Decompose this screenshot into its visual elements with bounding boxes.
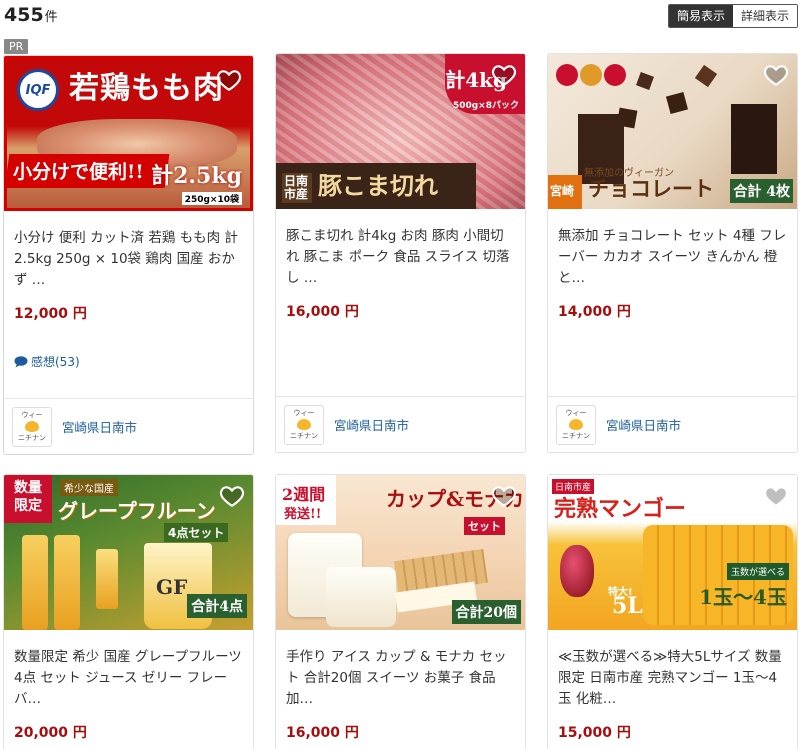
image-shipping-weeks: 2週間: [282, 485, 326, 504]
speech-bubble-icon: [14, 355, 28, 367]
product-image[interactable]: 無添加のヴィーガン 宮崎 チョコレート 合計 4枚: [548, 54, 797, 209]
image-total: 合計4点: [187, 594, 247, 618]
favorite-heart-icon[interactable]: [216, 67, 242, 93]
image-headline: チョコレート: [588, 176, 714, 201]
favorite-heart-icon[interactable]: [219, 483, 245, 509]
image-pack: 250g×10袋: [181, 192, 242, 205]
product-price: 12,000 円: [14, 306, 87, 322]
image-choose: 玉数が選べる: [726, 563, 789, 580]
product-card[interactable]: IQF 若鶏もも肉 小分けで便利!! 計2.5kg 250g×10袋 小分け 便…: [3, 55, 254, 455]
image-gf-mark: GF: [156, 575, 188, 599]
view-toggle: 簡易表示 詳細表示: [667, 4, 798, 28]
simple-view-button[interactable]: 簡易表示: [668, 5, 733, 27]
image-set: 4点セット: [164, 523, 229, 542]
review-link[interactable]: 感想(53): [14, 353, 243, 370]
image-headline: 豚こま切れ: [318, 171, 438, 200]
image-size: 5L: [612, 593, 643, 619]
product-title[interactable]: 無添加 チョコレート セット 4種 フレーバー カカオ スイーツ きんかん 橙と…: [558, 226, 787, 289]
product-image[interactable]: 2週間 発送!! カップ&モナカ セット 合計20個: [276, 475, 525, 630]
result-count-unit: 件: [44, 10, 58, 25]
image-headline: グレープフルーン: [58, 499, 216, 523]
product-title[interactable]: 小分け 便利 カット済 若鶏 もも肉 計2.5kg 250g × 10袋 鶏肉 …: [14, 228, 243, 291]
image-headline: 完熟マンゴー: [554, 496, 687, 522]
favorite-heart-icon[interactable]: [763, 62, 789, 88]
image-origin: 日南市産: [282, 173, 312, 203]
product-image[interactable]: IQF 若鶏もも肉 小分けで便利!! 計2.5kg 250g×10袋: [4, 56, 253, 211]
municipality-logo: ウィー ニチナン: [12, 406, 52, 447]
card-footer: ウィー ニチナン 宮崎県日南市: [276, 396, 525, 452]
municipality-logo: ウィー ニチナン: [284, 404, 324, 445]
product-title[interactable]: ≪玉数が選べる≫特大5Lサイズ 数量限定 日南市産 完熟マンゴー 1玉～4玉 化…: [558, 647, 787, 710]
product-card[interactable]: 日南市産 完熟マンゴー 特大! 5L 玉数が選べる 1玉〜4玉 ≪玉数が選べる≫…: [547, 474, 798, 749]
product-title[interactable]: 豚こま切れ 計4kg お肉 豚肉 小間切れ 豚こま ポーク 食品 スライス 切落…: [286, 226, 515, 289]
image-weight: 計2.5kg: [151, 163, 242, 189]
results-header: 455件 簡易表示 詳細表示: [0, 0, 803, 30]
result-count: 455件: [4, 4, 58, 26]
card-footer: ウィー ニチナン 宮崎県日南市: [548, 396, 797, 452]
municipality-logo: ウィー ニチナン: [556, 404, 596, 445]
product-title[interactable]: 数量限定 希少 国産 グレープフルーツ 4点 セット ジュース ゼリー フレーバ…: [14, 647, 243, 710]
product-card[interactable]: 計4kg 500g×8パック 日南市産 豚こま切れ 豚こま切れ 計4kg お肉 …: [275, 53, 526, 453]
image-set: セット: [464, 517, 505, 535]
image-headline: 若鶏もも肉: [69, 71, 224, 106]
product-title[interactable]: 手作り アイス カップ & モナカ セット 合計20個 スイーツ お菓子 食品 …: [286, 647, 515, 710]
product-card[interactable]: 2週間 発送!! カップ&モナカ セット 合計20個 手作り アイス カップ &…: [275, 474, 526, 749]
image-range: 1玉〜4玉: [699, 585, 787, 609]
municipality-link[interactable]: 宮崎県日南市: [606, 415, 681, 434]
product-price: 16,000 円: [286, 725, 359, 741]
image-pack: 500g×8パック: [452, 101, 519, 111]
product-card[interactable]: 数量限定 希少な国産 グレープフルーン 4点セット GF 合計4点 数量限定 希…: [3, 474, 254, 749]
image-total: 合計20個: [451, 600, 521, 624]
image-limited-badge: 数量限定: [14, 480, 42, 514]
image-shipping: 発送!!: [284, 507, 322, 522]
card-footer: ウィー ニチナン 宮崎県日南市: [4, 398, 253, 454]
product-price: 14,000 円: [558, 304, 631, 320]
image-subheadline: 小分けで便利!!: [13, 161, 144, 183]
municipality-link[interactable]: 宮崎県日南市: [62, 417, 137, 436]
review-count: 感想(53): [31, 355, 80, 369]
product-price: 15,000 円: [558, 725, 631, 741]
product-image[interactable]: 日南市産 完熟マンゴー 特大! 5L 玉数が選べる 1玉〜4玉: [548, 475, 797, 630]
favorite-heart-icon[interactable]: [491, 483, 517, 509]
image-origin: 宮崎: [550, 184, 575, 198]
product-image[interactable]: 計4kg 500g×8パック 日南市産 豚こま切れ: [276, 54, 525, 209]
favorite-heart-icon[interactable]: [491, 62, 517, 88]
pr-badge: PR: [4, 39, 29, 54]
product-image[interactable]: 数量限定 希少な国産 グレープフルーン 4点セット GF 合計4点: [4, 475, 253, 630]
result-count-number: 455: [4, 4, 44, 26]
iqf-mark: IQF: [25, 82, 51, 98]
image-rare: 希少な国産: [60, 479, 118, 496]
image-count: 合計 4枚: [730, 179, 793, 203]
product-price: 16,000 円: [286, 304, 359, 320]
detail-view-button[interactable]: 詳細表示: [732, 5, 797, 27]
municipality-link[interactable]: 宮崎県日南市: [334, 415, 409, 434]
product-price: 20,000 円: [14, 725, 87, 741]
favorite-heart-icon[interactable]: [763, 483, 789, 509]
product-card[interactable]: 無添加のヴィーガン 宮崎 チョコレート 合計 4枚 無添加 チョコレート セット…: [547, 53, 798, 453]
